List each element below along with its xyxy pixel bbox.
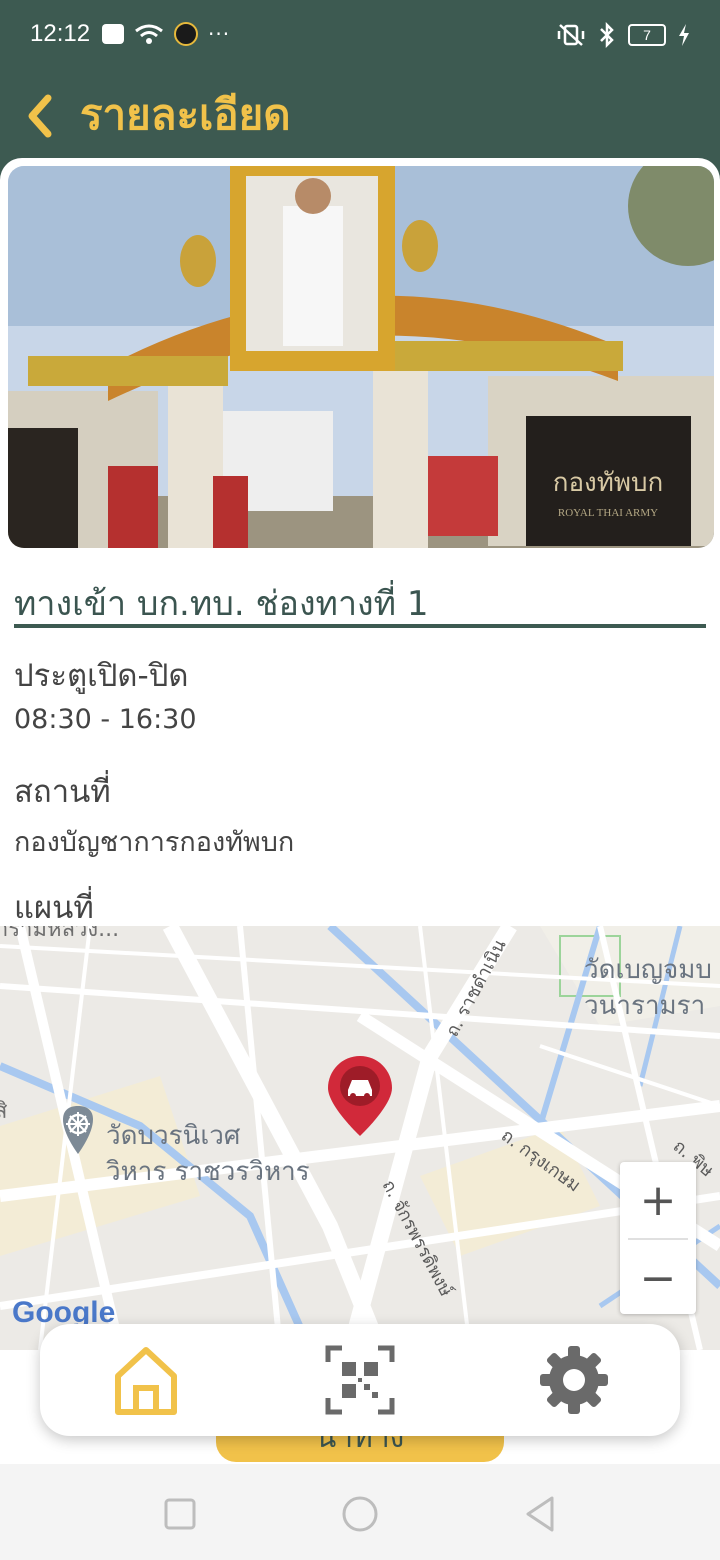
charging-icon: [679, 24, 689, 46]
nav-home[interactable]: [108, 1342, 184, 1418]
map-label: แผนที่: [14, 890, 94, 926]
poi-label-wat-bencha-1: วัดเบญจมบ: [584, 955, 712, 985]
gate-sign-subtext: ROYAL THAI ARMY: [558, 507, 658, 519]
bottom-nav: [40, 1324, 680, 1436]
map-view[interactable]: ารามหลวง... สิ วัดบวรนิเวศ วิหาร ราชวรวิ…: [0, 926, 720, 1350]
status-icons-right: 7: [556, 22, 690, 48]
zoom-controls: + −: [620, 1162, 696, 1314]
vibrate-mute-icon: [557, 24, 585, 46]
nav-qr-scan[interactable]: [322, 1342, 398, 1418]
page-title: รายละเอียด: [80, 90, 291, 139]
back-button[interactable]: [22, 82, 62, 142]
wifi-icon: [135, 24, 163, 44]
place-value: กองบัญชาการกองทัพบก: [14, 827, 295, 858]
qr-scan-icon: [325, 1345, 395, 1415]
map-left-fragment: สิ: [0, 1099, 8, 1124]
settings-gear-icon: [540, 1346, 608, 1414]
hours-value: 08:30 - 16:30: [14, 704, 197, 735]
system-nav-bar: [0, 1464, 720, 1560]
recents-square-icon[interactable]: [160, 1494, 200, 1534]
notification-icon: [102, 24, 124, 44]
app-emblem-icon: [174, 22, 198, 46]
home-icon: [115, 1347, 177, 1415]
gate-name: ทางเข้า บก.ทบ. ช่องทางที่ 1: [14, 584, 429, 624]
status-time: 12:12: [30, 20, 91, 47]
nav-settings[interactable]: [536, 1342, 612, 1418]
back-triangle-icon[interactable]: [520, 1494, 560, 1534]
map-top-fragment: ารามหลวง...: [0, 926, 119, 942]
gate-sign-text: กองทัพบก: [553, 468, 664, 498]
status-bar: 12:12 ··· 7: [0, 0, 720, 72]
app-bar: รายละเอียด: [0, 72, 720, 152]
poi-label-wat-bowon-1: วัดบวรนิเวศ: [106, 1121, 241, 1151]
zoom-in-button[interactable]: +: [620, 1162, 696, 1238]
more-notifications-icon: ···: [208, 22, 231, 46]
bluetooth-icon: [600, 22, 614, 48]
hours-label: ประตูเปิด-ปิด: [14, 658, 189, 694]
chevron-left-icon: [28, 94, 52, 138]
zoom-out-button[interactable]: −: [620, 1240, 696, 1316]
map-tiles: ารามหลวง... สิ วัดบวรนิเวศ วิหาร ราชวรวิ…: [0, 926, 720, 1350]
poi-label-wat-bowon-2: วิหาร ราชวรวิหาร: [106, 1157, 310, 1187]
home-circle-icon[interactable]: [340, 1494, 380, 1534]
gate-photo: กองทัพบก ROYAL THAI ARMY: [8, 166, 714, 548]
status-icons-left: ···: [102, 22, 230, 46]
place-label: สถานที่: [14, 774, 111, 810]
battery-icon: 7: [628, 24, 666, 46]
title-divider: [14, 624, 706, 628]
car-marker-icon[interactable]: [324, 1054, 396, 1138]
poi-label-wat-bencha-2: วนารามรา: [584, 991, 705, 1021]
